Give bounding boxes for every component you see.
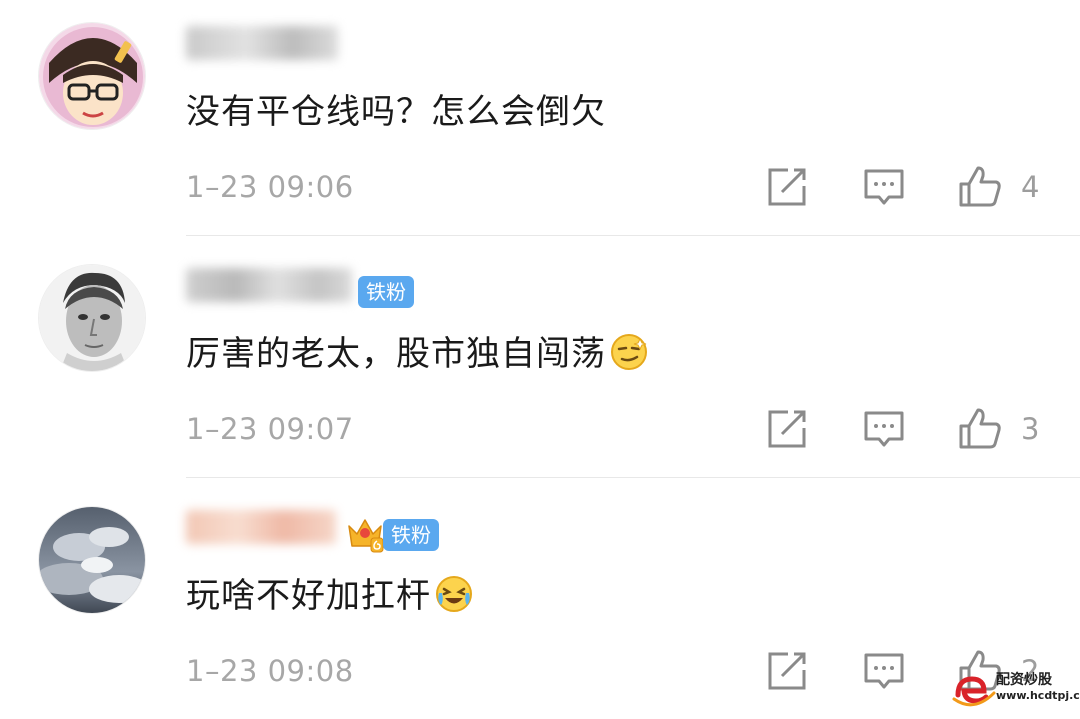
share-button[interactable] bbox=[766, 650, 808, 692]
like-button[interactable] bbox=[958, 164, 1001, 207]
comment-item: 铁粉 玩啥不好加扛杆 1–23 09:08 2 bbox=[0, 478, 1080, 719]
comment-timestamp: 1–23 09:07 bbox=[186, 412, 354, 446]
share-icon bbox=[768, 410, 806, 448]
crown-level-icon bbox=[345, 514, 385, 554]
comment-item: 没有平仓线吗？怎么会倒欠 1–23 09:06 4 bbox=[0, 0, 1080, 235]
avatar[interactable] bbox=[38, 264, 146, 372]
watermark-title: 配资炒股 bbox=[996, 672, 1052, 688]
share-button[interactable] bbox=[766, 166, 808, 208]
comment-item: 铁粉 厉害的老太，股市独自闯荡 1–23 09:07 3 bbox=[0, 236, 1080, 476]
username-redacted[interactable] bbox=[186, 26, 338, 60]
reply-button[interactable] bbox=[863, 650, 905, 692]
watermark: 配资炒股 www.hcdtpj.com bbox=[952, 669, 1080, 711]
comment-icon bbox=[864, 169, 904, 205]
fan-badge[interactable]: 铁粉 bbox=[358, 276, 414, 308]
smirk-emoji-icon bbox=[610, 333, 648, 385]
avatar[interactable] bbox=[38, 506, 146, 614]
share-icon bbox=[768, 652, 806, 690]
username-redacted[interactable] bbox=[186, 268, 352, 302]
reply-button[interactable] bbox=[863, 408, 905, 450]
like-count: 3 bbox=[1021, 412, 1040, 446]
comment-text-content: 玩啥不好加扛杆 bbox=[186, 576, 431, 616]
comment-text: 玩啥不好加扛杆 bbox=[186, 571, 473, 627]
comment-timestamp: 1–23 09:08 bbox=[186, 654, 354, 688]
comment-text-content: 厉害的老太，股市独自闯荡 bbox=[186, 334, 606, 374]
username-redacted[interactable] bbox=[186, 510, 336, 544]
comment-timestamp: 1–23 09:06 bbox=[186, 170, 354, 204]
avatar[interactable] bbox=[38, 22, 146, 130]
share-icon bbox=[768, 168, 806, 206]
comment-icon bbox=[864, 411, 904, 447]
fan-badge[interactable]: 铁粉 bbox=[383, 519, 439, 551]
thumbs-up-icon bbox=[959, 408, 1001, 449]
comment-text: 厉害的老太，股市独自闯荡 bbox=[186, 329, 648, 385]
comment-icon bbox=[864, 653, 904, 689]
watermark-logo-icon bbox=[952, 676, 996, 707]
watermark-url: www.hcdtpj.com bbox=[996, 689, 1080, 702]
like-button[interactable] bbox=[958, 406, 1001, 449]
like-count: 4 bbox=[1021, 170, 1040, 204]
share-button[interactable] bbox=[766, 408, 808, 450]
reply-button[interactable] bbox=[863, 166, 905, 208]
comment-text: 没有平仓线吗？怎么会倒欠 bbox=[186, 92, 606, 132]
thumbs-up-icon bbox=[959, 166, 1001, 207]
laughing-crying-emoji-icon bbox=[435, 575, 473, 627]
